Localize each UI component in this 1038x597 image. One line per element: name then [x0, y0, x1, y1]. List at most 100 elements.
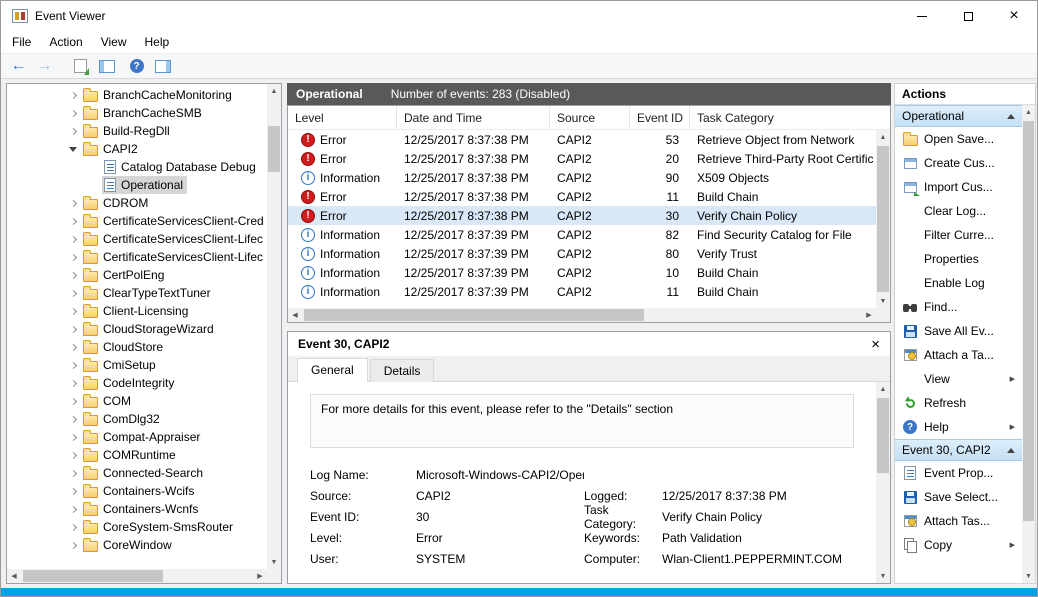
actions-scroll-track[interactable] [1022, 119, 1035, 569]
column-header-task-category[interactable]: Task Category [690, 106, 876, 129]
tree-item-comdlg32[interactable]: ComDlg32 [7, 410, 267, 428]
actions-section-event-30-capi2[interactable]: Event 30, CAPI2 [895, 439, 1022, 461]
action-save-all-ev[interactable]: Save All Ev... [895, 319, 1022, 343]
tree-item-cloudstoragewizard[interactable]: CloudStorageWizard [7, 320, 267, 338]
expander-icon[interactable] [65, 111, 81, 116]
scroll-up-icon[interactable]: ▲ [876, 382, 890, 396]
scroll-right-icon[interactable]: ▶ [253, 569, 267, 583]
column-header-date-and-time[interactable]: Date and Time [397, 106, 550, 129]
expander-icon[interactable] [65, 363, 81, 368]
tree-item-client-licensing[interactable]: Client-Licensing [7, 302, 267, 320]
preview-scroll-thumb[interactable] [877, 398, 889, 473]
expander-icon[interactable] [65, 291, 81, 296]
tree-item-operational[interactable]: Operational [7, 176, 267, 194]
toolbar-show-action-pane-button[interactable] [150, 55, 175, 77]
tree-item-codeintegrity[interactable]: CodeIntegrity [7, 374, 267, 392]
scroll-down-icon[interactable]: ▼ [267, 555, 281, 569]
action-create-cus[interactable]: Create Cus... [895, 151, 1022, 175]
tree-item-build-regdll[interactable]: Build-RegDll [7, 122, 267, 140]
tree-item-cleartypetexttuner[interactable]: ClearTypeTextTuner [7, 284, 267, 302]
expander-icon[interactable] [65, 129, 81, 134]
expander-icon[interactable] [65, 507, 81, 512]
expander-icon[interactable] [65, 219, 81, 224]
action-clear-log[interactable]: Clear Log... [895, 199, 1022, 223]
menu-view[interactable]: View [92, 32, 136, 52]
scroll-up-icon[interactable]: ▲ [1022, 105, 1035, 119]
action-filter-curre[interactable]: Filter Curre... [895, 223, 1022, 247]
scroll-right-icon[interactable]: ▶ [862, 308, 876, 322]
event-list-scroll-track[interactable] [876, 144, 890, 294]
tree-item-corewindow[interactable]: CoreWindow [7, 536, 267, 554]
tree-item-branchcachesmb[interactable]: BranchCacheSMB [7, 104, 267, 122]
event-row-3[interactable]: Error12/25/2017 8:37:38 PMCAPI211Build C… [288, 187, 876, 206]
tree-item-certificateservicesclient-cred[interactable]: CertificateServicesClient-Cred [7, 212, 267, 230]
tree-scroll-thumb[interactable] [268, 126, 280, 172]
event-list-scroll-thumb[interactable] [877, 146, 889, 292]
column-header-level[interactable]: Level [288, 106, 397, 129]
event-row-4[interactable]: Error12/25/2017 8:37:38 PMCAPI230Verify … [288, 206, 876, 225]
action-copy[interactable]: Copy▶ [895, 533, 1022, 557]
maximize-button[interactable] [945, 1, 991, 31]
expander-icon[interactable] [65, 93, 81, 98]
expander-icon[interactable] [65, 255, 81, 260]
expander-icon[interactable] [65, 489, 81, 494]
tree-item-compat-appraiser[interactable]: Compat-Appraiser [7, 428, 267, 446]
action-attach-a-ta[interactable]: Attach a Ta... [895, 343, 1022, 367]
scroll-down-icon[interactable]: ▼ [876, 569, 890, 583]
action-refresh[interactable]: Refresh [895, 391, 1022, 415]
event-list-vertical-scrollbar[interactable]: ▲ ▼ [876, 130, 890, 308]
expander-icon[interactable] [65, 273, 81, 278]
expander-icon[interactable] [65, 237, 81, 242]
column-header-event-id[interactable]: Event ID [630, 106, 690, 129]
scroll-up-icon[interactable]: ▲ [267, 84, 281, 98]
tree-scroll-track[interactable] [267, 98, 281, 555]
expander-icon[interactable] [65, 435, 81, 440]
tree-item-certificateservicesclient-lifec[interactable]: CertificateServicesClient-Lifec [7, 248, 267, 266]
preview-scroll-track[interactable] [876, 396, 890, 569]
actions-scrollbar[interactable]: ▲ ▼ [1022, 105, 1035, 583]
event-row-6[interactable]: Information12/25/2017 8:37:39 PMCAPI280V… [288, 244, 876, 263]
tree-item-catalog-database-debug[interactable]: Catalog Database Debug [7, 158, 267, 176]
toolbar-back-button[interactable] [6, 55, 31, 77]
event-list-horizontal-scrollbar[interactable]: ◀ ▶ [288, 308, 890, 322]
tree-horizontal-scrollbar[interactable]: ◀ ▶ [7, 569, 267, 583]
preview-vertical-scrollbar[interactable]: ▲ ▼ [876, 382, 890, 583]
action-properties[interactable]: Properties [895, 247, 1022, 271]
tab-general[interactable]: General [297, 358, 368, 382]
scroll-up-icon[interactable]: ▲ [876, 130, 890, 144]
event-list-hscroll-thumb[interactable] [304, 309, 644, 321]
tree-item-cloudstore[interactable]: CloudStore [7, 338, 267, 356]
tree-item-branchcachemonitoring[interactable]: BranchCacheMonitoring [7, 86, 267, 104]
expander-icon[interactable] [65, 381, 81, 386]
expander-icon[interactable] [65, 417, 81, 422]
action-view[interactable]: View▶ [895, 367, 1022, 391]
expander-icon[interactable] [65, 525, 81, 530]
expander-icon[interactable] [65, 327, 81, 332]
expander-icon[interactable] [65, 543, 81, 548]
action-open-save[interactable]: Open Save... [895, 127, 1022, 151]
scroll-left-icon[interactable]: ◀ [7, 569, 21, 583]
tree-item-certificateservicesclient-lifec[interactable]: CertificateServicesClient-Lifec [7, 230, 267, 248]
tree-item-capi2[interactable]: CAPI2 [7, 140, 267, 158]
tree-item-com[interactable]: COM [7, 392, 267, 410]
preview-close-button[interactable]: × [871, 337, 880, 352]
tree-item-cmisetup[interactable]: CmiSetup [7, 356, 267, 374]
event-row-5[interactable]: Information12/25/2017 8:37:39 PMCAPI282F… [288, 225, 876, 244]
scroll-down-icon[interactable]: ▼ [1022, 569, 1035, 583]
menu-help[interactable]: Help [136, 32, 179, 52]
expander-icon[interactable] [65, 201, 81, 206]
toolbar-forward-button[interactable] [32, 55, 57, 77]
action-find[interactable]: Find... [895, 295, 1022, 319]
scroll-down-icon[interactable]: ▼ [876, 294, 890, 308]
toolbar-help-button[interactable] [124, 55, 149, 77]
expander-icon[interactable] [65, 471, 81, 476]
toolbar-show-console-tree-button[interactable] [94, 55, 119, 77]
tree-hscroll-track[interactable] [21, 569, 253, 583]
tree-item-containers-wcifs[interactable]: Containers-Wcifs [7, 482, 267, 500]
tree-item-cdrom[interactable]: CDROM [7, 194, 267, 212]
tree-item-connected-search[interactable]: Connected-Search [7, 464, 267, 482]
event-row-1[interactable]: Error12/25/2017 8:37:38 PMCAPI220Retriev… [288, 149, 876, 168]
event-row-2[interactable]: Information12/25/2017 8:37:38 PMCAPI290X… [288, 168, 876, 187]
close-button[interactable]: × [991, 1, 1037, 31]
action-attach-tas[interactable]: Attach Tas... [895, 509, 1022, 533]
